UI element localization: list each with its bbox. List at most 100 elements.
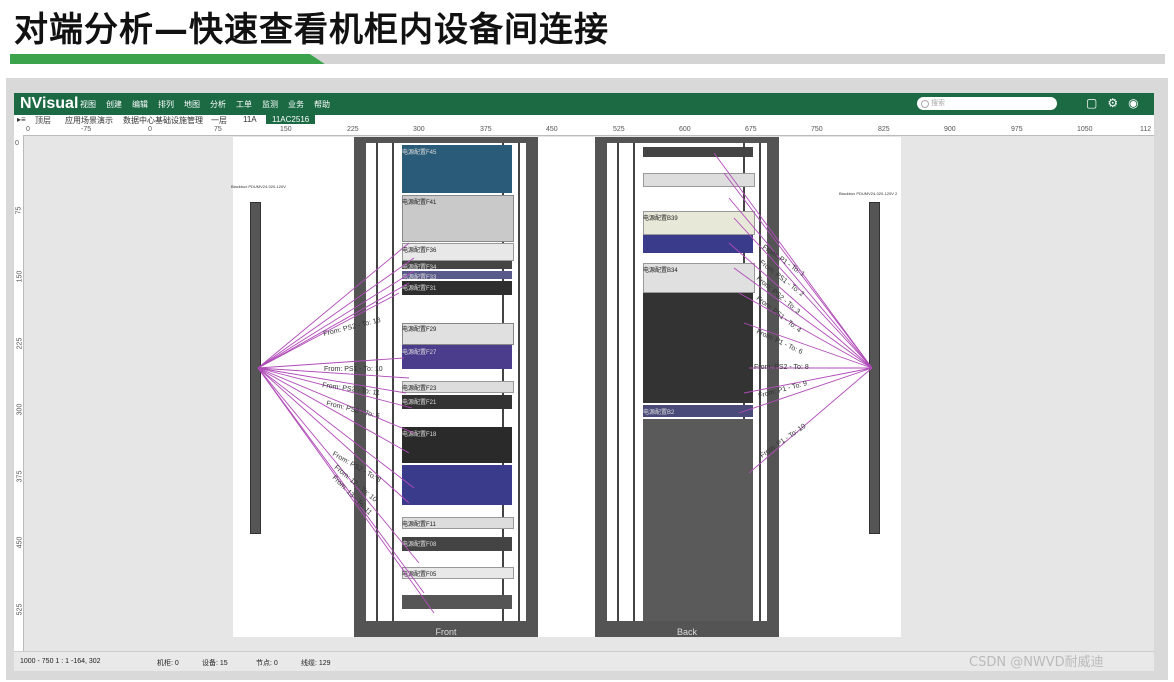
breadcrumb: ▸≡ 顶层 应用场景演示 数据中心基础设施管理 一层 11A 11AC2516 (14, 115, 1154, 126)
device-b44[interactable] (643, 147, 753, 157)
breadcrumb-item[interactable]: 应用场景演示 (65, 115, 113, 126)
device-label: 电源配置B34 (643, 268, 678, 274)
status-coords: 1000 - 750 1 : 1 -164, 302 (20, 658, 101, 665)
search-input[interactable]: 搜索 (917, 97, 1057, 110)
ruler-tick: 300 (413, 126, 425, 133)
pdu-left[interactable] (250, 202, 261, 534)
status-devices: 设备: 15 (202, 660, 228, 667)
ruler-tick: 975 (1011, 126, 1023, 133)
ruler-tick: 750 (811, 126, 823, 133)
device-label: 电源配置F33 (402, 275, 437, 281)
device-label: 电源配置F18 (402, 432, 437, 438)
rack-rail (617, 143, 635, 621)
menu-workorder[interactable]: 工单 (236, 99, 252, 110)
device-label: 电源配置F41 (402, 200, 437, 206)
device-f11[interactable] (402, 465, 512, 505)
ruler-tick: 112 (1140, 126, 1152, 133)
settings-icon[interactable]: ⚙ (1107, 96, 1118, 110)
rack-front-interior: 电源配置F45 电源配置F41 电源配置F36 电源配置F34 电源配置F33 … (366, 143, 526, 621)
rack-rail (376, 143, 394, 621)
menu-business[interactable]: 业务 (288, 99, 304, 110)
user-icon[interactable]: ◉ (1128, 96, 1138, 110)
ruler-tick: 225 (347, 126, 359, 133)
menu-arrange[interactable]: 排列 (158, 99, 174, 110)
device-label: 电源配置B39 (643, 216, 678, 222)
device-label: 电源配置F31 (402, 286, 437, 292)
device-label: 电源配置F21 (402, 400, 437, 406)
device-label: 电源配置F08 (402, 542, 437, 548)
pdu-left-label: Blackbox PDUMV24-020-120V (231, 184, 286, 189)
device-label: 电源配置B2 (643, 410, 675, 416)
status-racks: 机柜: 0 (157, 660, 179, 667)
toolbar-icons: ▢ ⚙ ◉ (1086, 96, 1139, 110)
ruler-tick: -75 (81, 126, 92, 133)
ruler-tick: 375 (16, 470, 24, 483)
chat-icon[interactable]: ▢ (1086, 96, 1097, 110)
ruler-tick: 450 (546, 126, 558, 133)
breadcrumb-current[interactable]: 11AC2516 (266, 115, 316, 124)
search-placeholder: 搜索 (931, 100, 945, 107)
ruler-tick: 675 (745, 126, 757, 133)
menu-map[interactable]: 地图 (184, 99, 200, 110)
ruler-tick: 300 (16, 403, 24, 416)
device-label: 电源配置F27 (402, 350, 437, 356)
top-menubar: NVisual 视图 创建 编辑 排列 地图 分析 工单 监测 业务 帮助 搜索… (14, 93, 1154, 115)
app-logo: NVisual (20, 95, 79, 112)
breadcrumb-home-icon[interactable]: ▸≡ (17, 115, 26, 124)
rack-back[interactable]: 电源配置B39 电源配置B34 电源配置B2 Back (595, 137, 779, 637)
ruler-tick: 375 (480, 126, 492, 133)
ruler-tick: 150 (280, 126, 292, 133)
device-label: 电源配置F34 (402, 265, 437, 271)
device-label: 电源配置F45 (402, 150, 437, 156)
ruler-tick: 75 (214, 126, 222, 133)
breadcrumb-item[interactable]: 11A (243, 115, 257, 124)
ruler-tick: 0 (148, 126, 152, 133)
ruler-tick: 825 (878, 126, 890, 133)
status-links: 线缆: 129 (301, 660, 331, 667)
ruler-tick: 150 (16, 270, 24, 283)
vertical-ruler: 0 75 150 225 300 375 450 525 (14, 135, 24, 655)
menu-help[interactable]: 帮助 (314, 99, 330, 110)
rack-front[interactable]: 电源配置F45 电源配置F41 电源配置F36 电源配置F34 电源配置F33 … (354, 137, 538, 637)
breadcrumb-item[interactable]: 顶层 (35, 115, 51, 126)
ruler-tick: 525 (613, 126, 625, 133)
pdu-right-label: Blackbox PDUMV24-020-120V 2 (839, 191, 898, 196)
device-label: 电源配置F11 (402, 522, 436, 528)
device-b37[interactable] (643, 235, 753, 253)
device-b-chassis[interactable] (643, 293, 753, 403)
search-icon (921, 100, 929, 108)
device-server-tower[interactable] (643, 419, 753, 621)
drawing-canvas[interactable] (233, 137, 901, 637)
menu-analyze[interactable]: 分析 (210, 99, 226, 110)
ruler-tick: 0 (26, 126, 30, 133)
ruler-tick: 600 (679, 126, 691, 133)
ruler-tick: 0 (15, 140, 19, 147)
ruler-tick: 75 (15, 206, 23, 215)
device-label: 电源配置F29 (402, 327, 437, 333)
main-menu: 视图 创建 编辑 排列 地图 分析 工单 监测 业务 帮助 (80, 99, 330, 110)
ruler-tick: 1050 (1077, 126, 1093, 133)
slide-title: 对端分析—快速查看机柜内设备间连接 (14, 10, 609, 50)
rack-front-label: Front (435, 627, 457, 637)
ruler-tick: 900 (944, 126, 956, 133)
menu-view[interactable]: 视图 (80, 99, 96, 110)
rack-back-interior: 电源配置B39 电源配置B34 电源配置B2 (607, 143, 767, 621)
device-b42[interactable] (643, 173, 755, 187)
breadcrumb-item[interactable]: 一层 (211, 115, 227, 126)
device-label: 电源配置F23 (402, 386, 437, 392)
ruler-tick: 225 (16, 337, 24, 350)
horizontal-ruler: 0 -75 0 75 150 225 300 375 450 525 600 6… (14, 126, 1154, 136)
ruler-tick: 525 (16, 603, 24, 616)
menu-edit[interactable]: 编辑 (132, 99, 148, 110)
ruler-tick: 450 (16, 536, 24, 549)
app-window: NVisual 视图 创建 编辑 排列 地图 分析 工单 监测 业务 帮助 搜索… (14, 93, 1154, 671)
status-nodes: 节点: 0 (256, 660, 278, 667)
device-label: 电源配置F36 (402, 248, 437, 254)
breadcrumb-item[interactable]: 数据中心基础设施管理 (123, 115, 203, 126)
title-underline (10, 54, 1165, 64)
pdu-right[interactable] (869, 202, 880, 534)
menu-create[interactable]: 创建 (106, 99, 122, 110)
device-f02[interactable] (402, 595, 512, 609)
device-label: 电源配置F05 (402, 572, 437, 578)
menu-monitor[interactable]: 监测 (262, 99, 278, 110)
